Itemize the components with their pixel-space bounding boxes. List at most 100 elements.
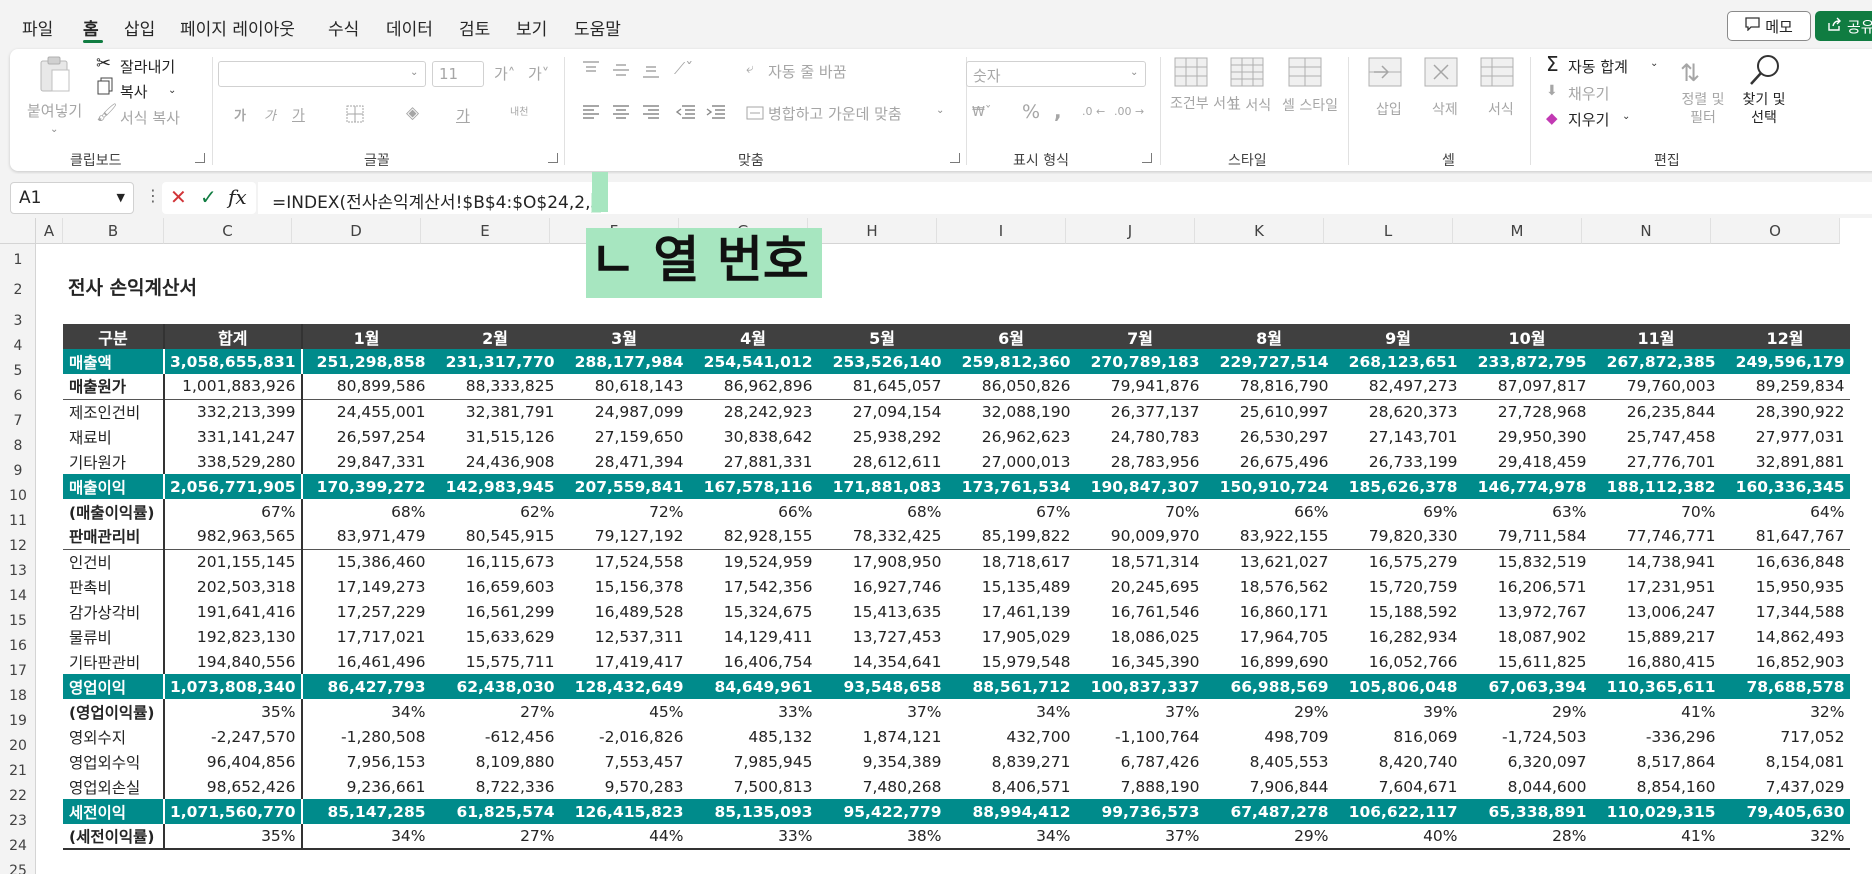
number-format-dropdown[interactable]: 숫자 <box>966 61 1146 87</box>
month-cell[interactable]: 24,436,908 <box>431 449 560 474</box>
month-cell[interactable]: 79,405,630 <box>1720 799 1850 824</box>
month-cell[interactable]: 83,922,155 <box>1205 524 1334 549</box>
align-left-icon[interactable] <box>582 105 600 123</box>
align-bottom-icon[interactable] <box>642 65 660 83</box>
month-cell[interactable]: 6,787,426 <box>1076 749 1205 774</box>
row-label-cell[interactable]: 영업이익 <box>63 674 165 699</box>
find-select-button[interactable]: 찾기 및 선택 <box>1736 91 1792 127</box>
decrease-indent-icon[interactable] <box>675 105 696 123</box>
align-center-icon[interactable] <box>612 105 630 123</box>
month-cell[interactable]: 32,381,791 <box>430 398 560 424</box>
month-cell[interactable]: 17,717,021 <box>302 624 431 649</box>
month-cell[interactable]: 39% <box>1334 699 1463 724</box>
total-cell[interactable]: 1,001,883,926 <box>164 374 303 399</box>
month-cell[interactable]: 14,862,493 <box>1721 624 1850 649</box>
month-cell[interactable]: 93,548,658 <box>817 674 947 699</box>
month-cell[interactable]: 17,905,029 <box>947 624 1076 649</box>
bold-icon[interactable]: 가 <box>234 105 246 124</box>
month-cell[interactable]: 105,806,048 <box>1333 674 1463 699</box>
month-cell[interactable]: 16,927,746 <box>818 574 947 599</box>
row-label-cell[interactable]: 영업외수익 <box>63 749 165 774</box>
column-header[interactable]: C <box>164 218 292 244</box>
share-button[interactable]: 공유 <box>1815 11 1872 41</box>
increase-indent-icon[interactable] <box>706 105 726 123</box>
month-cell[interactable]: 185,626,378 <box>1333 474 1463 499</box>
column-header-cell[interactable]: 9월 <box>1333 324 1463 349</box>
month-cell[interactable]: -336,296 <box>1592 724 1721 749</box>
month-cell[interactable]: 288,177,984 <box>559 349 689 374</box>
month-cell[interactable]: 79,760,003 <box>1592 374 1721 399</box>
row-label-cell[interactable]: 물류비 <box>63 624 165 649</box>
insert-function-icon[interactable]: fx <box>228 185 247 209</box>
menu-review[interactable]: 검토 <box>459 15 490 40</box>
month-cell[interactable]: 37% <box>1075 824 1205 850</box>
total-cell[interactable]: 338,529,280 <box>164 449 303 474</box>
month-cell[interactable]: 173,761,534 <box>946 474 1076 499</box>
total-cell[interactable]: 35% <box>164 699 303 724</box>
copy-chevron-icon[interactable]: ⌄ <box>168 85 176 96</box>
month-cell[interactable]: 16,852,903 <box>1721 649 1850 674</box>
column-header-cell[interactable]: 12월 <box>1720 324 1850 349</box>
month-cell[interactable]: 24,455,001 <box>301 398 431 424</box>
row-header[interactable]: 13 <box>0 563 36 579</box>
month-cell[interactable]: 16,561,299 <box>431 599 560 624</box>
month-cell[interactable]: 7,956,153 <box>302 749 431 774</box>
month-cell[interactable]: 13,972,767 <box>1463 599 1592 624</box>
decrease-decimal-icon[interactable]: .00 → <box>1114 105 1144 118</box>
month-cell[interactable]: 90,009,970 <box>1076 524 1205 549</box>
month-cell[interactable]: 17,964,705 <box>1205 624 1334 649</box>
month-cell[interactable]: 16,345,390 <box>1076 649 1205 674</box>
delete-cells-button[interactable]: 삭제 <box>1432 99 1458 119</box>
month-cell[interactable]: -1,280,508 <box>302 724 431 749</box>
row-header[interactable]: 5 <box>0 363 36 379</box>
month-cell[interactable]: 33% <box>689 699 818 724</box>
row-label-cell[interactable]: 감가상각비 <box>63 599 165 624</box>
alignment-launcher[interactable] <box>950 153 960 163</box>
merge-center-button[interactable]: 병합하고 가운데 맞춤 <box>768 103 902 124</box>
month-cell[interactable]: 68% <box>302 499 431 524</box>
month-cell[interactable]: 79,711,584 <box>1463 524 1592 549</box>
month-cell[interactable]: 146,774,978 <box>1462 474 1592 499</box>
month-cell[interactable]: 26,597,254 <box>302 424 431 449</box>
month-cell[interactable]: 268,123,651 <box>1333 349 1463 374</box>
month-cell[interactable]: 70% <box>1076 499 1205 524</box>
month-cell[interactable]: 32,088,190 <box>946 398 1076 424</box>
month-cell[interactable]: 15,832,519 <box>1462 548 1592 574</box>
month-cell[interactable]: 16,461,496 <box>302 649 431 674</box>
column-header[interactable]: I <box>937 218 1066 244</box>
row-label-cell[interactable]: 영외수지 <box>63 724 165 749</box>
month-cell[interactable]: 32% <box>1721 699 1850 724</box>
total-cell[interactable]: 1,073,808,340 <box>164 674 303 699</box>
month-cell[interactable]: 27,776,701 <box>1592 449 1721 474</box>
row-header[interactable]: 2 <box>0 282 36 298</box>
month-cell[interactable]: 67% <box>947 499 1076 524</box>
cut-button[interactable]: 잘라내기 <box>120 56 175 77</box>
month-cell[interactable]: 14,354,641 <box>818 649 947 674</box>
cancel-icon[interactable]: ✕ <box>170 185 187 209</box>
month-cell[interactable]: 66% <box>689 499 818 524</box>
accounting-format-icon[interactable]: ₩ˇ <box>972 105 991 120</box>
total-cell[interactable]: 194,840,556 <box>164 649 303 674</box>
month-cell[interactable]: 190,847,307 <box>1075 474 1205 499</box>
row-label-cell[interactable]: 판매관리비 <box>63 524 165 549</box>
total-cell[interactable]: -2,247,570 <box>164 724 303 749</box>
month-cell[interactable]: 29% <box>1205 699 1334 724</box>
month-cell[interactable]: 26,530,297 <box>1205 424 1334 449</box>
month-cell[interactable]: 27,728,968 <box>1462 398 1592 424</box>
row-header[interactable]: 25 <box>0 863 36 874</box>
month-cell[interactable]: 67,063,394 <box>1462 674 1592 699</box>
month-cell[interactable]: 85,147,285 <box>301 799 431 824</box>
month-cell[interactable]: 16,575,279 <box>1333 548 1463 574</box>
month-cell[interactable]: 69% <box>1334 499 1463 524</box>
month-cell[interactable]: 27,000,013 <box>947 449 1076 474</box>
border-icon[interactable] <box>346 105 364 127</box>
row-label-cell[interactable]: 매출이익 <box>63 474 165 499</box>
row-header[interactable]: 18 <box>0 688 36 704</box>
italic-icon[interactable]: 가 <box>264 105 276 124</box>
month-cell[interactable]: 15,413,635 <box>818 599 947 624</box>
column-header-cell[interactable]: 6월 <box>946 324 1076 349</box>
month-cell[interactable]: 13,006,247 <box>1592 599 1721 624</box>
month-cell[interactable]: 15,611,825 <box>1463 649 1592 674</box>
row-header[interactable]: 1 <box>0 252 36 268</box>
month-cell[interactable]: 15,135,489 <box>947 574 1076 599</box>
